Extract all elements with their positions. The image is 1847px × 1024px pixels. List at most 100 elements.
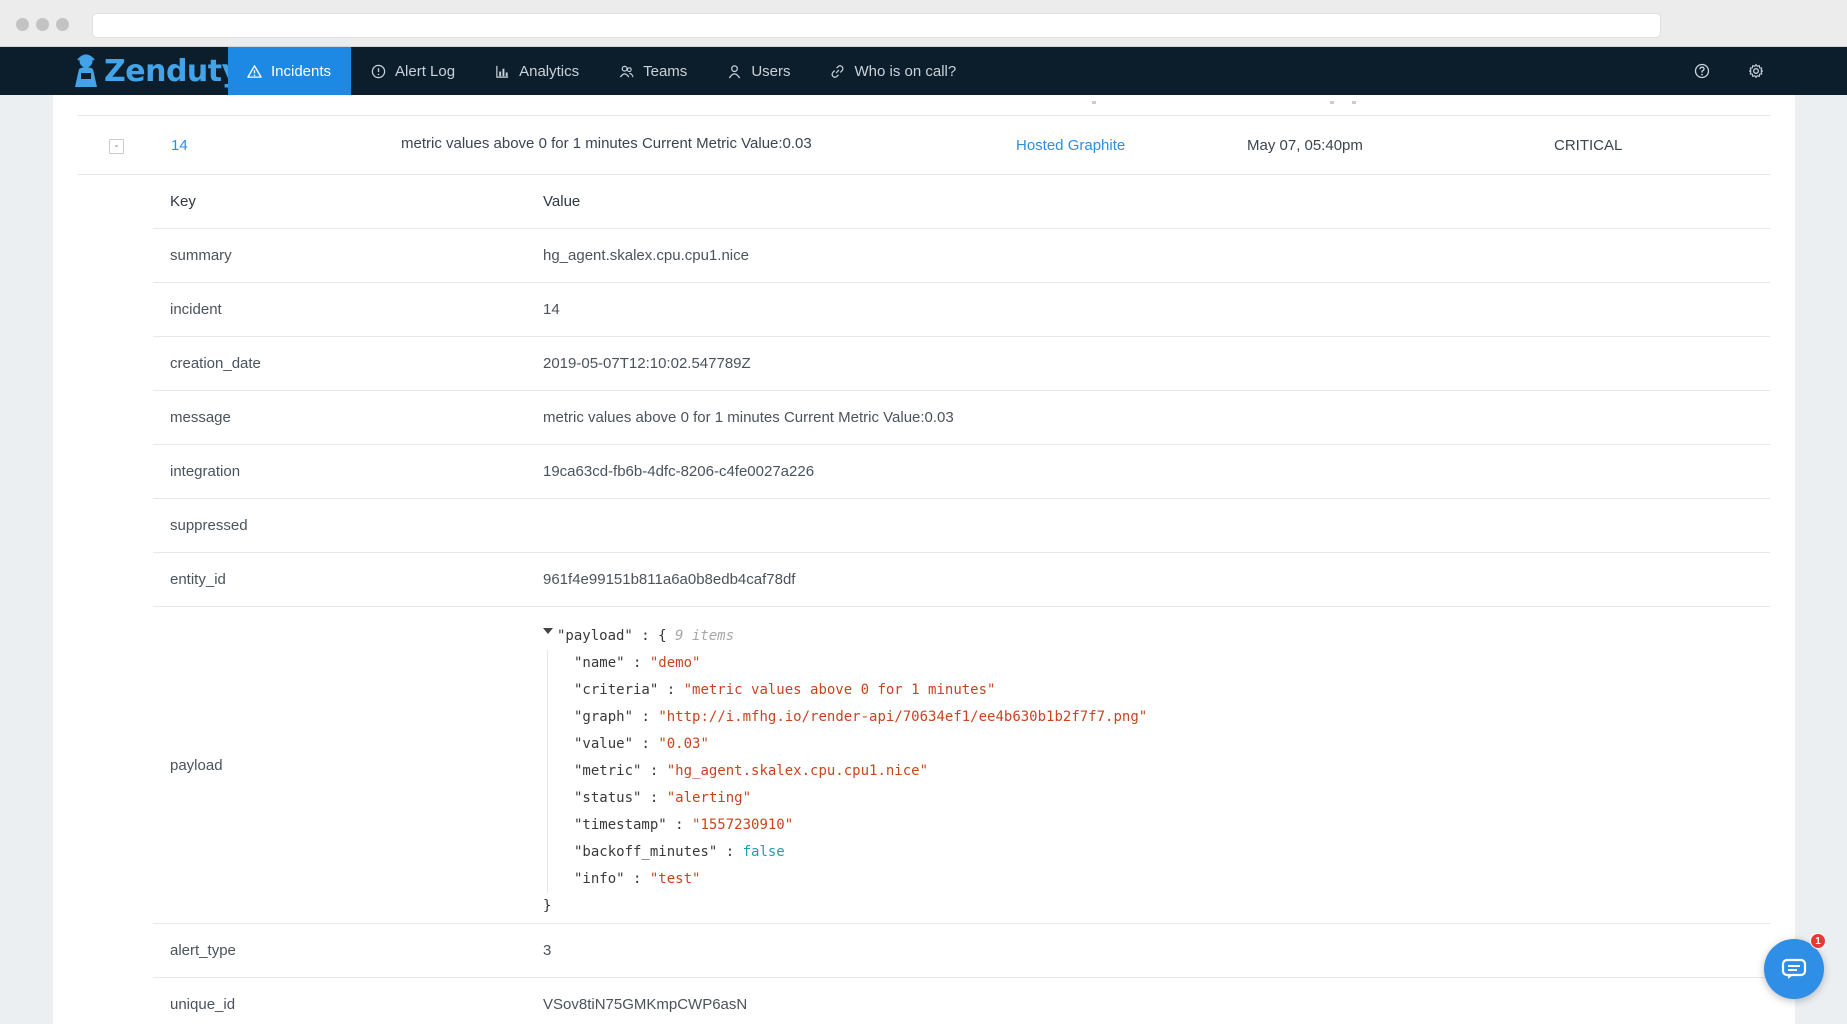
window-minimize-dot[interactable]: [36, 18, 49, 31]
detail-value: hg_agent.skalex.cpu.cpu1.nice: [543, 247, 749, 264]
team-icon: [620, 65, 634, 77]
main-nav: Incidents Alert Log Analytics Teams User…: [228, 47, 976, 95]
json-item-count: 9 items: [675, 628, 735, 644]
json-field-key: "status": [574, 790, 642, 806]
value-column-header: Value: [543, 193, 581, 210]
incident-number-link[interactable]: 14: [171, 116, 188, 175]
main-content: - 14 metric values above 0 for 1 minutes…: [53, 95, 1795, 1024]
json-field-line: "status" : "alerting": [574, 790, 752, 806]
json-closing-brace: }: [543, 898, 552, 914]
gear-icon: [1748, 63, 1764, 79]
details-row-integration: integration 19ca63cd-fb6b-4dfc-8206-c4fe…: [153, 445, 1770, 499]
details-row-summary: summary hg_agent.skalex.cpu.cpu1.nice: [153, 229, 1770, 283]
details-row-unique-id: unique_id VSov8tiN75GMKmpCWP6asN: [153, 978, 1770, 1024]
detail-key: creation_date: [170, 355, 261, 372]
help-button[interactable]: [1694, 47, 1710, 95]
detail-key: unique_id: [170, 996, 236, 1013]
nav-analytics[interactable]: Analytics: [475, 47, 599, 95]
json-field-key: "backoff_minutes": [574, 844, 718, 860]
details-row-entity-id: entity_id 961f4e99151b811a6a0b8edb4caf78…: [153, 553, 1770, 607]
clipped-row-fragment: [1352, 101, 1356, 104]
alert-details-table: Key Value summary hg_agent.skalex.cpu.cp…: [153, 175, 1770, 1024]
nav-who-is-on-call[interactable]: Who is on call?: [810, 47, 976, 95]
json-field-key: "timestamp": [574, 817, 667, 833]
incident-date: May 07, 05:40pm: [1247, 137, 1363, 154]
clipped-row-fragment: [1092, 101, 1096, 104]
nav-alert-log[interactable]: Alert Log: [351, 47, 475, 95]
details-row-alert-type: alert_type 3: [153, 924, 1770, 978]
user-icon: [729, 64, 741, 78]
json-field-line: "metric" : "hg_agent.skalex.cpu.cpu1.nic…: [574, 763, 929, 779]
json-field-line: "info" : "test": [574, 871, 701, 887]
incident-row[interactable]: - 14 metric values above 0 for 1 minutes…: [78, 116, 1770, 175]
details-row-payload: payload "payload" : { 9 items "name" : "…: [153, 607, 1770, 924]
address-bar[interactable]: [92, 13, 1661, 38]
json-field-value: "http://i.mfhg.io/render-api/70634ef1/ee…: [658, 709, 1148, 725]
details-row-message: message metric values above 0 for 1 minu…: [153, 391, 1770, 445]
nav-who-is-on-call-label: Who is on call?: [854, 62, 957, 80]
json-field-key: "graph": [574, 709, 634, 725]
detail-value: 14: [543, 301, 560, 318]
collapse-caret-icon[interactable]: [543, 628, 553, 634]
json-field-key: "name": [574, 655, 625, 671]
nav-incidents-label: Incidents: [271, 62, 332, 80]
bar-chart-icon: [496, 65, 509, 78]
json-field-line: "name" : "demo": [574, 655, 701, 671]
json-field-value: "alerting": [666, 790, 752, 806]
json-field-line: "backoff_minutes" : false: [574, 844, 785, 860]
nav-users-label: Users: [751, 62, 791, 80]
collapse-row-button[interactable]: -: [109, 139, 124, 154]
nav-teams-label: Teams: [643, 62, 688, 80]
key-column-header: Key: [170, 193, 196, 210]
json-field-line: "graph" : "http://i.mfhg.io/render-api/7…: [574, 709, 1148, 725]
payload-json-viewer: "payload" : { 9 items "name" : "demo" "cr…: [543, 623, 1147, 920]
json-fields: "name" : "demo" "criteria" : "metric valu…: [547, 650, 1147, 893]
browser-chrome: [0, 0, 1847, 47]
detail-key: integration: [170, 463, 241, 480]
json-field-line: "timestamp" : "1557230910": [574, 817, 794, 833]
detail-key: summary: [170, 247, 232, 264]
info-circle-icon: [371, 64, 386, 78]
nav-alert-log-label: Alert Log: [395, 62, 456, 80]
json-field-value: "hg_agent.skalex.cpu.cpu1.nice": [666, 763, 929, 779]
integration-link[interactable]: Hosted Graphite: [1016, 116, 1125, 175]
json-field-value: "demo": [649, 655, 701, 671]
brand-name: Zenduty: [104, 53, 241, 89]
nav-users[interactable]: Users: [707, 47, 810, 95]
details-row-incident: incident 14: [153, 283, 1770, 337]
detail-key: message: [170, 409, 231, 426]
json-field-line: "criteria" : "metric values above 0 for …: [574, 682, 996, 698]
json-field-value: "metric values above 0 for 1 minutes": [683, 682, 996, 698]
detail-value: 3: [543, 942, 552, 959]
detail-key: suppressed: [170, 517, 248, 534]
json-root-key: "payload": [557, 628, 633, 644]
details-header-row: Key Value: [153, 175, 1770, 229]
settings-button[interactable]: [1748, 47, 1764, 95]
details-row-suppressed: suppressed: [153, 499, 1770, 553]
urgency-label: CRITICAL: [1554, 137, 1623, 154]
nav-incidents[interactable]: Incidents: [228, 47, 352, 95]
help-circle-icon: [1694, 63, 1710, 79]
json-field-key: "info": [574, 871, 625, 887]
detail-key: payload: [170, 756, 223, 774]
incident-message: metric values above 0 for 1 minutes Curr…: [401, 135, 812, 152]
detail-value: 961f4e99151b811a6a0b8edb4caf78df: [543, 571, 796, 588]
nav-teams[interactable]: Teams: [599, 47, 707, 95]
json-field-key: "metric": [574, 763, 642, 779]
top-navbar: Zenduty Incidents Alert Log Analytics Te…: [0, 47, 1847, 95]
warning-triangle-icon: [247, 64, 262, 78]
json-root-line[interactable]: "payload" : { 9 items: [543, 623, 1147, 650]
json-field-value: false: [742, 844, 785, 860]
nav-analytics-label: Analytics: [519, 62, 580, 80]
detail-value: 2019-05-07T12:10:02.547789Z: [543, 355, 751, 372]
json-field-value: "1557230910": [692, 817, 794, 833]
detail-key: entity_id: [170, 571, 226, 588]
brand-logo[interactable]: Zenduty: [72, 53, 241, 89]
window-zoom-dot[interactable]: [56, 18, 69, 31]
window-close-dot[interactable]: [16, 18, 29, 31]
detail-value: 19ca63cd-fb6b-4dfc-8206-c4fe0027a226: [543, 463, 815, 480]
json-field-value: "0.03": [658, 736, 709, 752]
details-row-creation-date: creation_date 2019-05-07T12:10:02.547789…: [153, 337, 1770, 391]
chat-notification-badge: 1: [1810, 933, 1826, 949]
chat-icon: [1781, 958, 1807, 979]
